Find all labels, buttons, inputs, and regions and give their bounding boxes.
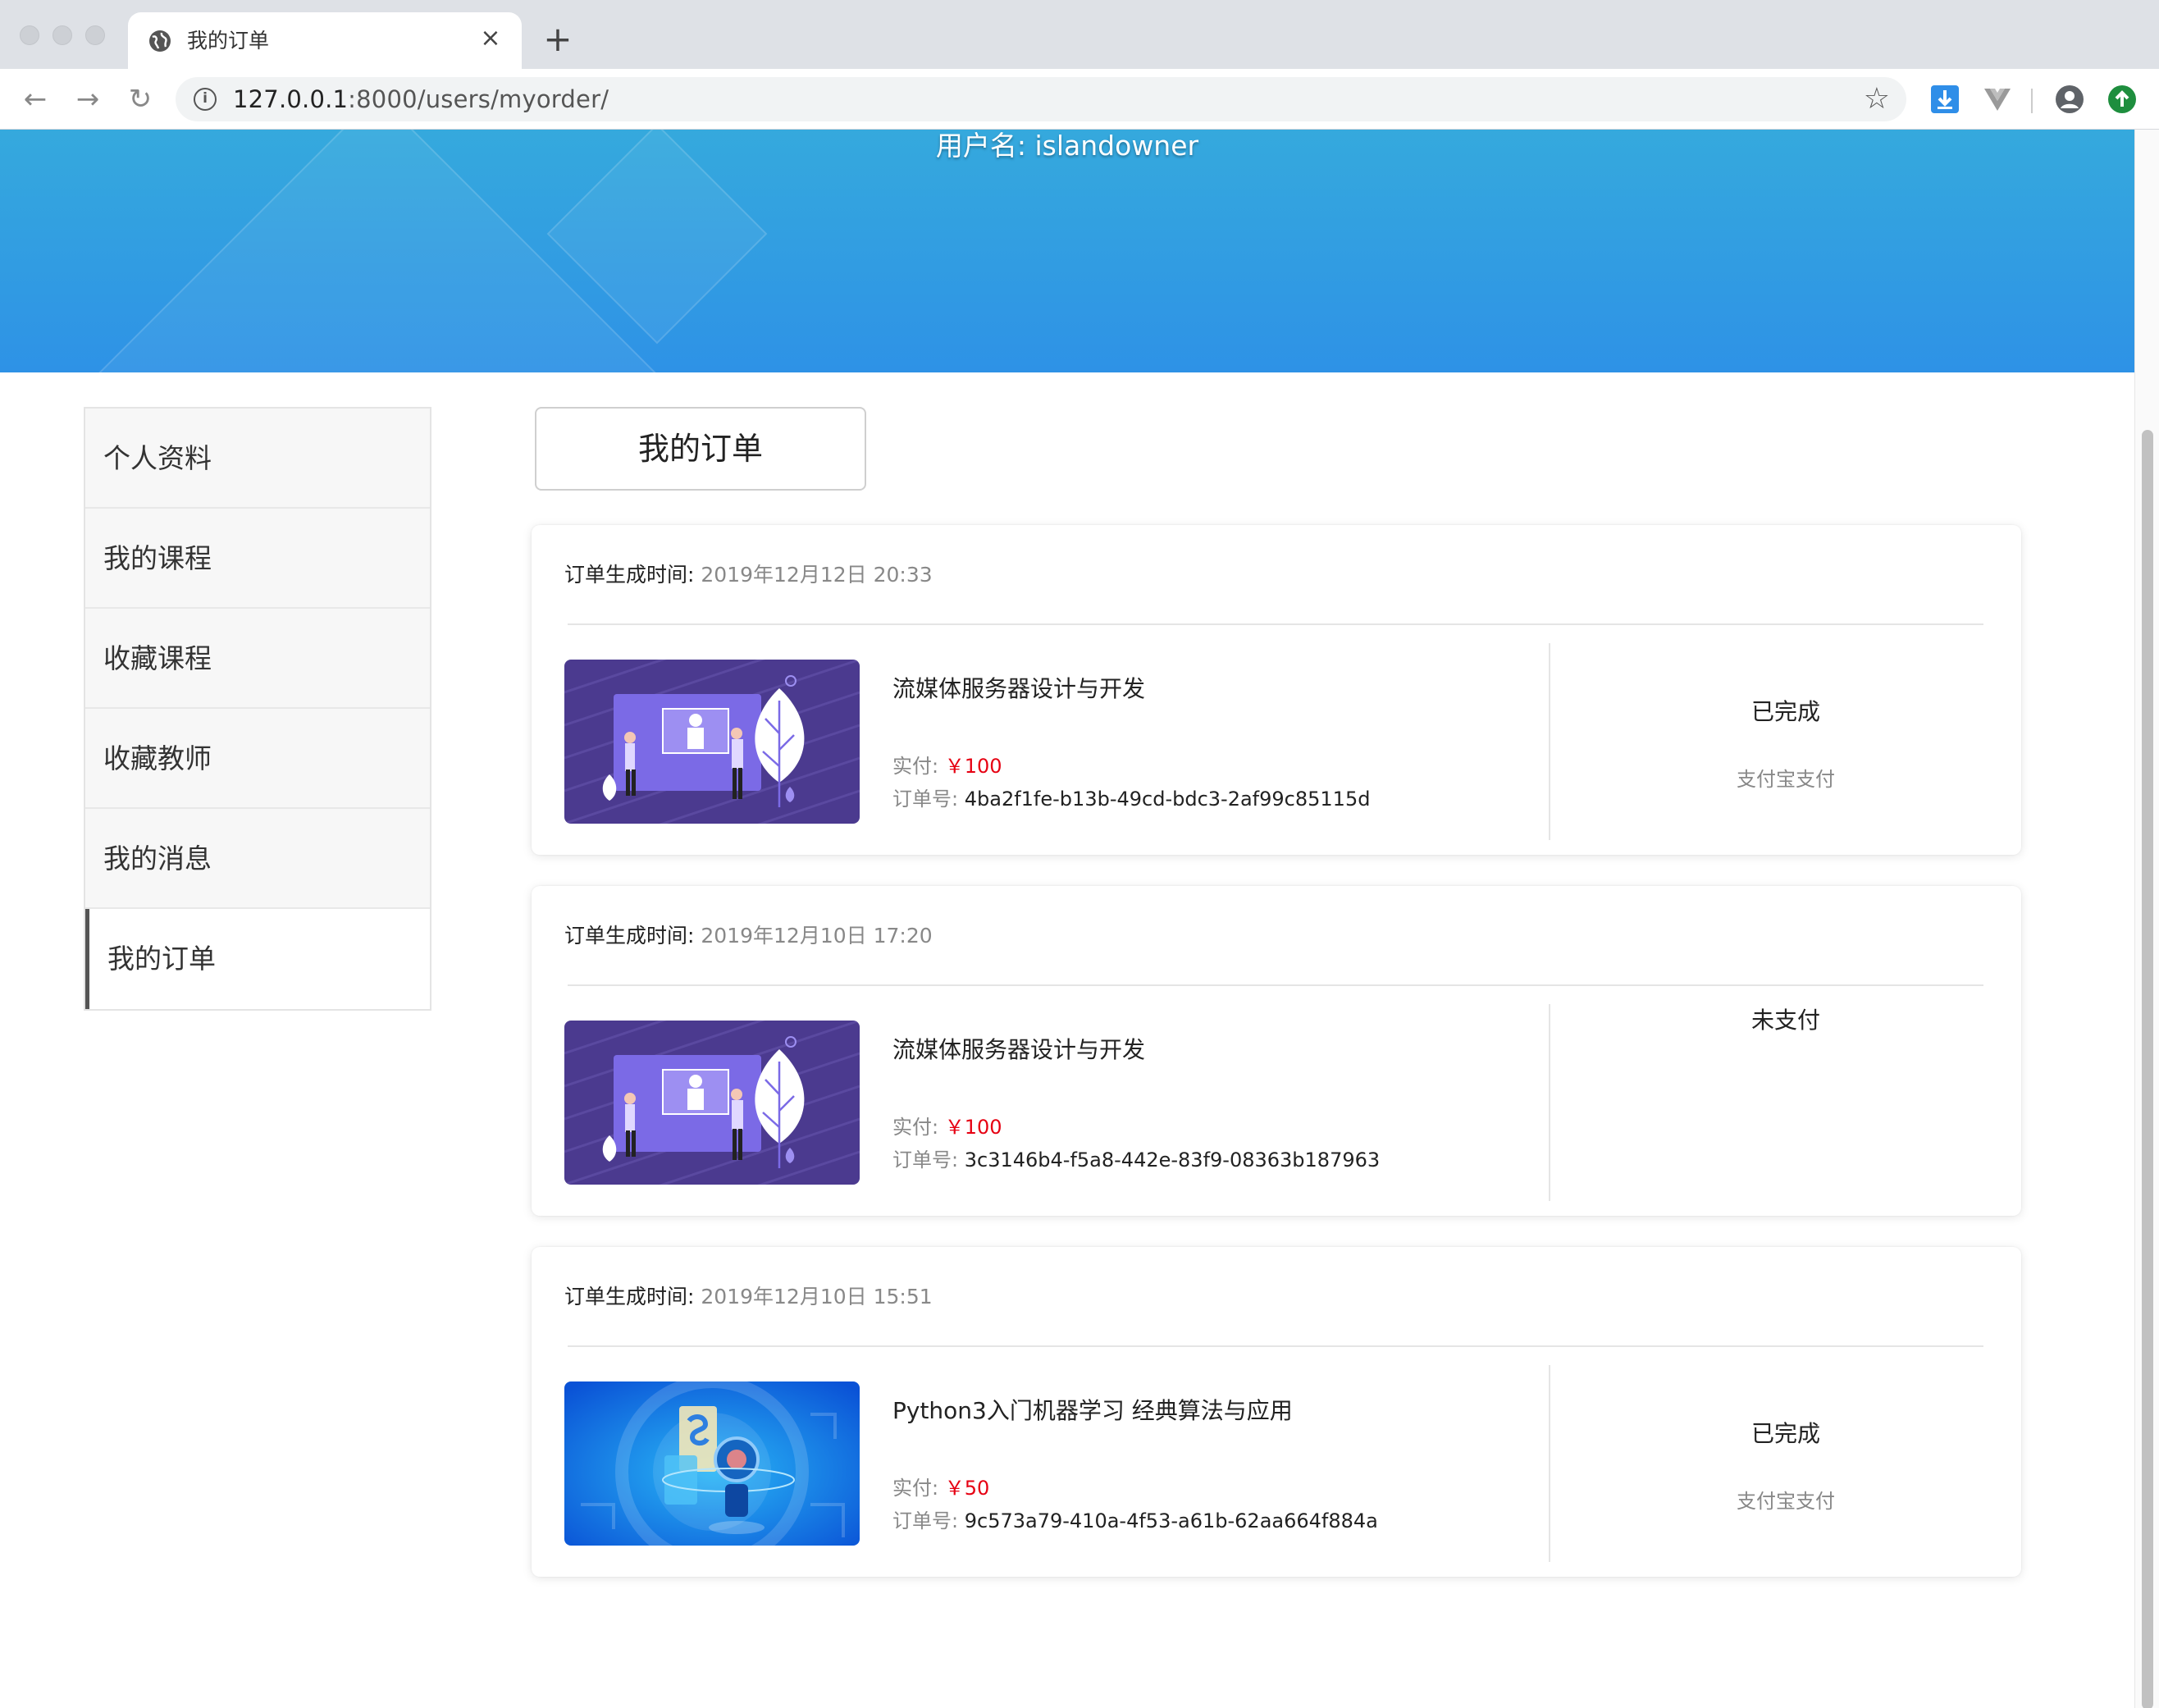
pay-method: 支付宝支付 xyxy=(1737,1490,1835,1513)
menu-item-my-messages[interactable]: 我的消息 xyxy=(85,809,430,909)
browser-tab-active[interactable]: 我的订单 × xyxy=(128,12,522,69)
download-extension-icon[interactable] xyxy=(1929,84,1960,115)
order-time-value: 2019年12月10日 15:51 xyxy=(701,1285,933,1308)
order-time-label: 订单生成时间: xyxy=(564,563,695,587)
order-no-label: 订单号: xyxy=(892,788,959,811)
price-value: ￥100 xyxy=(944,755,1002,778)
update-arrow-icon[interactable] xyxy=(2107,84,2138,115)
order-card: 订单生成时间: 2019年12月10日 15:51 Python3入门机器学习 … xyxy=(532,1247,2021,1577)
price-value: ￥50 xyxy=(944,1477,990,1500)
order-number: 订单号: 3c3146b4-f5a8-442e-83f9-08363b18796… xyxy=(892,1147,1380,1173)
order-card: 订单生成时间: 2019年12月10日 17:20 流媒体服务器设计与开发 实付… xyxy=(532,886,2021,1216)
username-label: 用户名: islandowner xyxy=(935,130,1199,162)
paid-label: 实付: xyxy=(892,755,939,778)
order-time: 订单生成时间: 2019年12月12日 20:33 xyxy=(564,561,933,589)
paid-label: 实付: xyxy=(892,1116,939,1139)
pay-method: 支付宝支付 xyxy=(1737,768,1835,791)
bookmark-star-icon[interactable]: ☆ xyxy=(1864,82,1890,116)
url-host: 127.0.0.1 xyxy=(233,85,349,113)
tab-title: 我的订单 xyxy=(187,29,270,53)
order-time: 订单生成时间: 2019年12月10日 15:51 xyxy=(564,1283,933,1311)
order-card: 订单生成时间: 2019年12月12日 20:33 流媒体服务器设计与开发 实付… xyxy=(532,525,2021,855)
order-no-label: 订单号: xyxy=(892,1509,959,1532)
user-center-menu: 个人资料 我的课程 收藏课程 收藏教师 我的消息 我的订单 xyxy=(84,407,431,1011)
menu-item-fav-teachers[interactable]: 收藏教师 xyxy=(85,709,430,809)
course-thumbnail-streaming[interactable] xyxy=(564,660,860,824)
page-scrollbar[interactable] xyxy=(2134,130,2159,1708)
url-text[interactable]: 127.0.0.1:8000/users/myorder/ xyxy=(233,85,609,113)
order-time-label: 订单生成时间: xyxy=(564,924,695,948)
back-button[interactable]: ← xyxy=(16,80,54,118)
order-no-value: 9c573a79-410a-4f53-a61b-62aa664f884a xyxy=(964,1509,1378,1532)
order-status: 已完成 xyxy=(1750,1420,1820,1447)
window-minimize-dot[interactable] xyxy=(52,25,72,45)
order-vertical-divider xyxy=(1549,643,1550,840)
scrollbar-thumb[interactable] xyxy=(2142,430,2153,1708)
menu-item-my-courses[interactable]: 我的课程 xyxy=(85,509,430,609)
order-divider xyxy=(568,984,1983,986)
course-name[interactable]: Python3入门机器学习 经典算法与应用 xyxy=(892,1396,1293,1426)
browser-toolbar: ← → ↻ i 127.0.0.1:8000/users/myorder/ ☆ xyxy=(0,69,2159,130)
paid-label: 实付: xyxy=(892,1477,939,1500)
paid-amount: 实付: ￥100 xyxy=(892,753,1002,779)
menu-item-profile[interactable]: 个人资料 xyxy=(85,409,430,509)
site-info-icon[interactable]: i xyxy=(194,88,217,111)
new-tab-button[interactable]: + xyxy=(538,21,577,61)
order-no-label: 订单号: xyxy=(892,1149,959,1171)
vue-devtools-icon[interactable] xyxy=(1982,84,2013,115)
toolbar-divider xyxy=(2031,89,2033,113)
window-close-dot[interactable] xyxy=(20,25,39,45)
menu-item-my-orders[interactable]: 我的订单 xyxy=(85,909,430,1009)
forward-button[interactable]: → xyxy=(69,80,107,118)
order-number: 订单号: 9c573a79-410a-4f53-a61b-62aa664f884… xyxy=(892,1508,1378,1534)
order-no-value: 3c3146b4-f5a8-442e-83f9-08363b187963 xyxy=(964,1149,1381,1171)
order-status[interactable]: 未支付 xyxy=(1550,1006,2021,1035)
order-divider xyxy=(568,623,1983,625)
course-name[interactable]: 流媒体服务器设计与开发 xyxy=(892,674,1145,704)
paid-amount: 实付: ￥50 xyxy=(892,1475,989,1501)
course-thumbnail-streaming[interactable] xyxy=(564,1021,860,1185)
profile-avatar-icon[interactable] xyxy=(2054,84,2085,115)
order-number: 订单号: 4ba2f1fe-b13b-49cd-bdc3-2af99c85115… xyxy=(892,786,1370,812)
order-vertical-divider xyxy=(1549,1365,1550,1562)
browser-tab-bar: 我的订单 × + xyxy=(0,0,2159,69)
order-divider xyxy=(568,1345,1983,1347)
order-time-value: 2019年12月12日 20:33 xyxy=(701,563,933,587)
window-zoom-dot[interactable] xyxy=(85,25,105,45)
course-name[interactable]: 流媒体服务器设计与开发 xyxy=(892,1035,1145,1065)
globe-icon xyxy=(149,30,171,52)
address-bar[interactable]: i 127.0.0.1:8000/users/myorder/ ☆ xyxy=(176,77,1906,121)
order-no-value: 4ba2f1fe-b13b-49cd-bdc3-2af99c85115d xyxy=(964,788,1371,811)
url-path: :8000/users/myorder/ xyxy=(348,85,609,113)
order-time: 订单生成时间: 2019年12月10日 17:20 xyxy=(564,922,933,950)
menu-item-fav-courses[interactable]: 收藏课程 xyxy=(85,609,430,709)
price-value: ￥100 xyxy=(944,1116,1002,1139)
course-thumbnail-python-ml[interactable] xyxy=(564,1381,860,1546)
order-status: 已完成 xyxy=(1750,698,1820,725)
order-time-label: 订单生成时间: xyxy=(564,1285,695,1308)
paid-amount: 实付: ￥100 xyxy=(892,1114,1002,1140)
reload-button[interactable]: ↻ xyxy=(121,80,159,118)
order-time-value: 2019年12月10日 17:20 xyxy=(701,924,933,948)
profile-banner: 用户名: islandowner xyxy=(0,130,2134,372)
page-title: 我的订单 xyxy=(535,407,866,491)
tab-close-icon[interactable]: × xyxy=(474,22,507,55)
page-viewport: 用户名: islandowner 个人资料 我的课程 收藏课程 收藏教师 我的消… xyxy=(0,130,2159,1708)
